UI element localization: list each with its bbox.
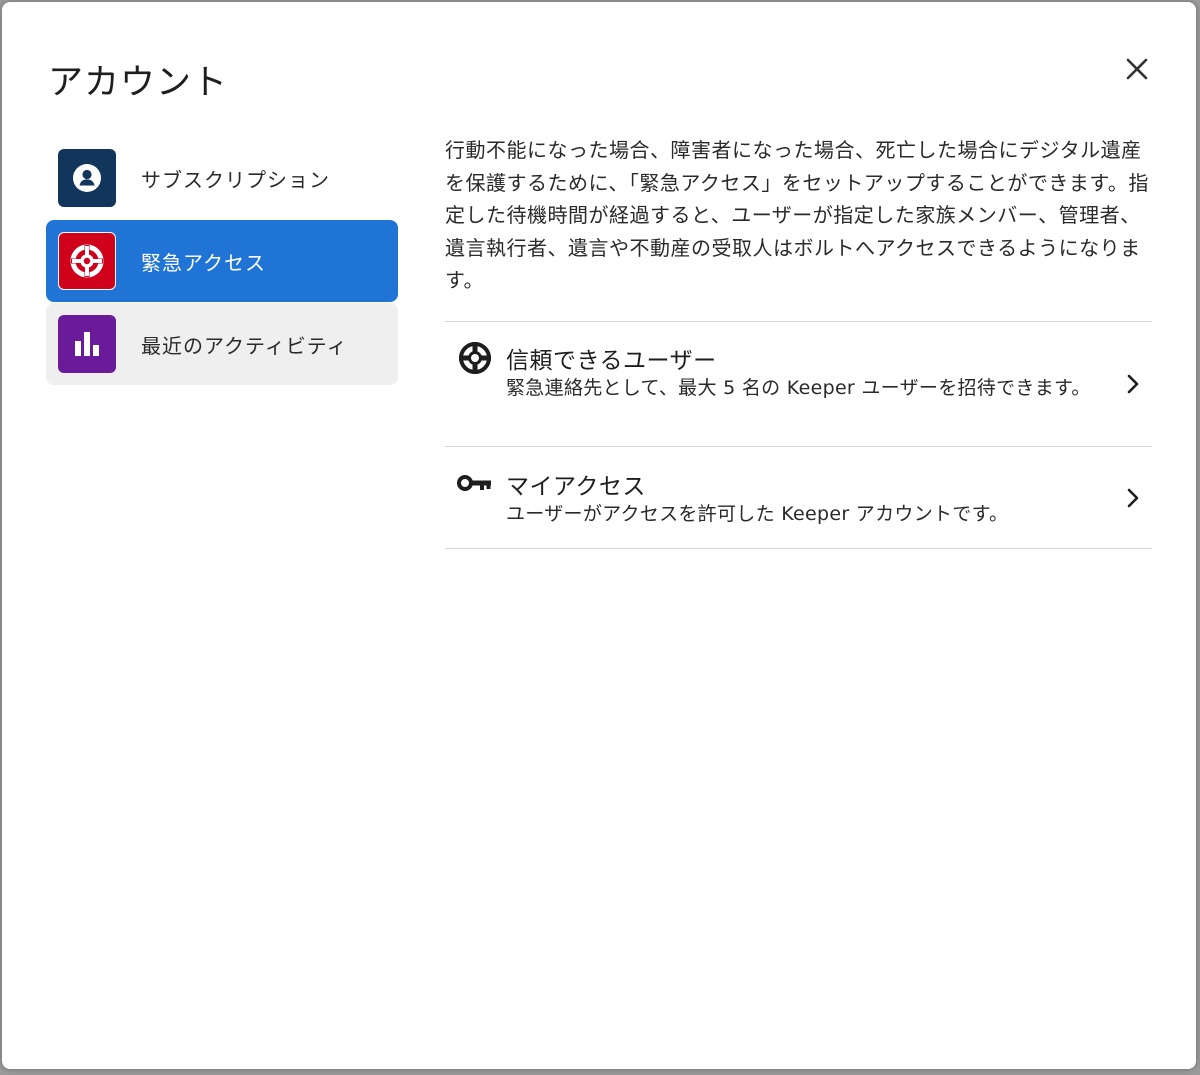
my-access-option[interactable]: マイアクセス ユーザーがアクセスを許可した Keeper アカウントです。 [445, 447, 1152, 549]
lifebuoy-icon [58, 232, 116, 290]
trusted-users-title: 信頼できるユーザー [506, 347, 717, 374]
sidebar-item-label: 最近のアクティビティ [141, 333, 348, 358]
key-icon [457, 465, 493, 501]
emergency-access-panel: 行動不能になった場合、障害者になった場合、死亡した場合にデジタル遺産を保護するた… [445, 134, 1152, 549]
bar-chart-icon [58, 315, 116, 373]
chevron-right-icon [1123, 372, 1143, 396]
my-access-title: マイアクセス [506, 473, 646, 500]
trusted-users-option[interactable]: 信頼できるユーザー 緊急連絡先として、最大 5 名の Keeper ユーザーを招… [445, 322, 1152, 447]
my-access-description: ユーザーがアクセスを許可した Keeper アカウントです。 [506, 502, 1009, 525]
user-circle-icon [58, 149, 116, 207]
chevron-right-icon [1123, 486, 1143, 510]
sidebar-item-subscription[interactable]: サブスクリプション [46, 137, 398, 219]
emergency-access-description: 行動不能になった場合、障害者になった場合、死亡した場合にデジタル遺産を保護するた… [445, 138, 1149, 292]
sidebar-item-label: サブスクリプション [141, 167, 330, 192]
dialog-title: アカウント [48, 63, 229, 103]
trusted-users-description: 緊急連絡先として、最大 5 名の Keeper ユーザーを招待できます。 [506, 376, 1091, 399]
close-icon [1126, 58, 1148, 80]
account-dialog: アカウント サブスクリプション 緊急アクセス 最近のアクティビティ 行動不能にな… [2, 2, 1196, 1069]
sidebar-item-label: 緊急アクセス [141, 250, 266, 275]
sidebar-item-emergency-access[interactable]: 緊急アクセス [46, 220, 398, 302]
close-button[interactable] [1120, 52, 1154, 86]
account-sidebar: サブスクリプション 緊急アクセス 最近のアクティビティ [46, 137, 398, 386]
lifebuoy-icon [457, 340, 493, 376]
emergency-options-list: 信頼できるユーザー 緊急連絡先として、最大 5 名の Keeper ユーザーを招… [445, 320, 1152, 549]
sidebar-item-recent-activity[interactable]: 最近のアクティビティ [46, 303, 398, 385]
